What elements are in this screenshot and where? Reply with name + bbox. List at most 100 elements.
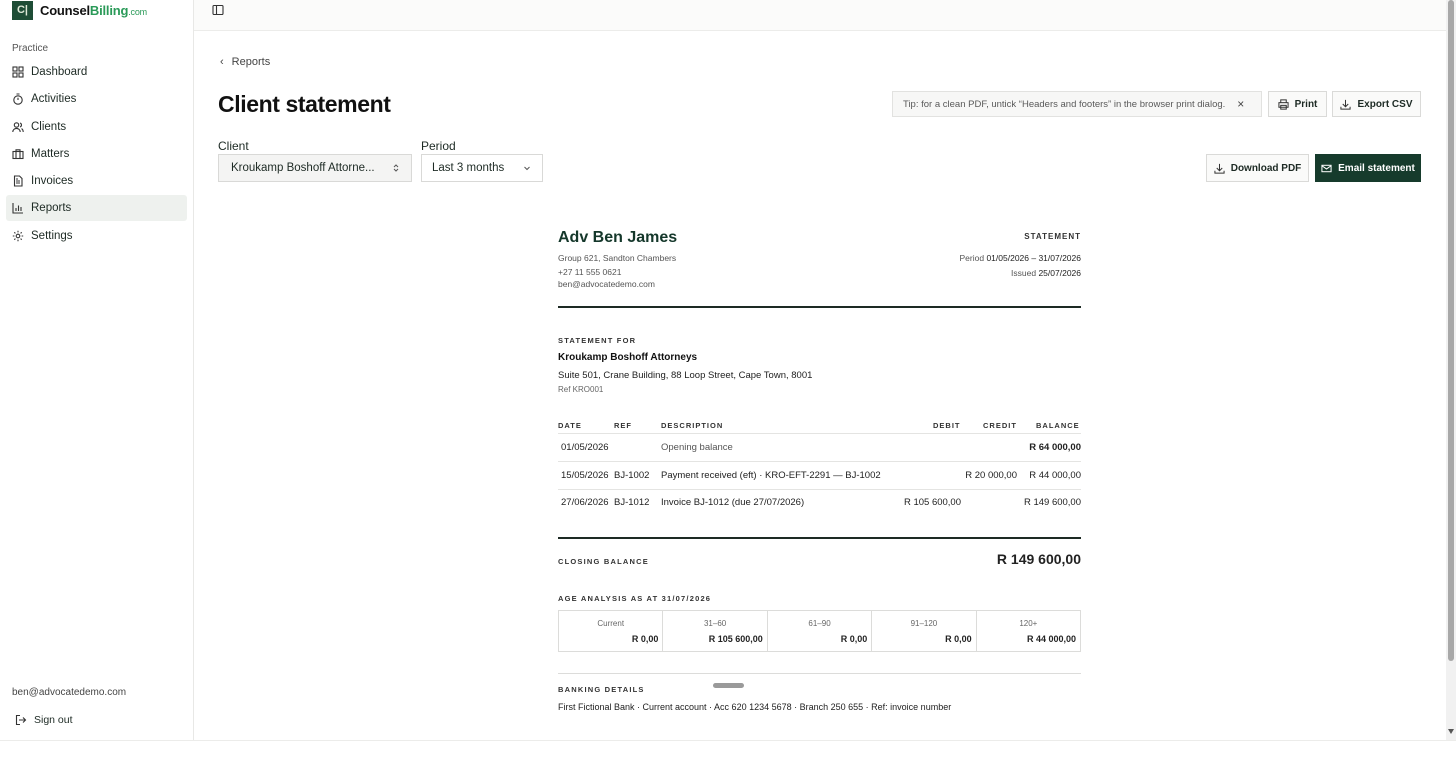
sign-out-button[interactable]: Sign out — [15, 714, 73, 726]
table-cell-description: Payment received (eft) · KRO-EFT-2291 — … — [661, 470, 881, 481]
client-name: Kroukamp Boshoff Attorneys — [558, 352, 698, 363]
age-bucket: 91–120 R 0,00 — [872, 611, 977, 651]
client-ref: Ref KRO001 — [558, 385, 604, 394]
sidebar-nav: Dashboard Activities Clients Matters Inv… — [6, 59, 187, 250]
vertical-scrollbar[interactable] — [1446, 0, 1456, 740]
sidebar-item-activities[interactable]: Activities — [6, 86, 187, 112]
export-csv-label: Export CSV — [1357, 98, 1413, 110]
divider — [558, 461, 1081, 462]
statement-for-label: STATEMENT FOR — [558, 336, 637, 345]
age-bucket-value: R 0,00 — [945, 634, 972, 644]
col-ref: REF — [614, 421, 632, 430]
statement-issued: Issued 25/07/2026 — [1011, 268, 1081, 278]
age-bucket-label: 91–120 — [910, 619, 938, 628]
age-bucket-label: Current — [597, 619, 625, 628]
closing-balance-value: R 149 600,00 — [996, 551, 1081, 567]
age-analysis-label: AGE ANALYSIS AS AT 31/07/2026 — [558, 594, 712, 603]
gear-icon — [12, 230, 24, 241]
age-bucket-label: 31–60 — [703, 619, 727, 628]
briefcase-icon — [12, 149, 24, 159]
page-title: Client statement — [218, 91, 391, 117]
drag-handle[interactable] — [713, 683, 744, 688]
app-logo[interactable]: C| CounselBilling.com — [12, 0, 147, 20]
age-bucket: 31–60 R 105 600,00 — [663, 611, 768, 651]
table-cell-debit: R 105 600,00 — [903, 497, 961, 508]
table-cell-ref: BJ-1002 — [614, 470, 650, 481]
timer-icon — [13, 93, 23, 106]
table-cell-balance: R 64 000,00 — [1029, 442, 1081, 453]
age-bucket-label: 61–90 — [808, 619, 831, 628]
col-debit: DEBIT — [933, 421, 961, 430]
table-cell-ref: BJ-1012 — [614, 497, 650, 508]
age-bucket: 61–90 R 0,00 — [768, 611, 873, 651]
scrollbar-thumb[interactable] — [1448, 0, 1454, 661]
sidebar-item-label: Settings — [31, 229, 73, 242]
period-select[interactable]: Last 3 months — [421, 154, 543, 182]
sidebar-item-clients[interactable]: Clients — [6, 114, 187, 140]
print-tip-banner: Tip: for a clean PDF, untick “Headers an… — [892, 91, 1262, 117]
statement-label: STATEMENT — [1024, 232, 1081, 241]
main-content: ‹ Reports Client statement Tip: for a cl… — [194, 31, 1446, 740]
bottom-strip — [0, 740, 1456, 762]
export-csv-button[interactable]: Export CSV — [1332, 91, 1421, 117]
closing-balance-label: CLOSING BALANCE — [558, 557, 649, 566]
download-pdf-label: Download PDF — [1230, 162, 1302, 174]
banking-details-text: First Fictional Bank · Current account ·… — [558, 702, 952, 712]
advocate-name: Adv Ben James — [558, 229, 678, 246]
divider — [558, 537, 1081, 539]
period-label: Period — [421, 139, 456, 153]
age-bucket: Current R 0,00 — [559, 611, 664, 651]
col-date: DATE — [558, 421, 582, 430]
bar-chart-icon — [12, 203, 23, 215]
document-icon — [13, 175, 23, 187]
print-label: Print — [1294, 98, 1318, 110]
table-cell-date: 27/06/2026 — [561, 497, 609, 508]
sidebar-toggle-icon[interactable] — [212, 4, 224, 16]
email-statement-label: Email statement — [1338, 162, 1415, 174]
sidebar-item-reports[interactable]: Reports — [6, 195, 187, 222]
advocate-address: Group 621, Sandton Chambers — [558, 253, 677, 263]
client-label: Client — [218, 139, 249, 153]
sidebar-item-dashboard[interactable]: Dashboard — [6, 59, 187, 85]
chevron-down-icon — [524, 166, 530, 171]
table-cell-balance: R 149 600,00 — [1023, 497, 1081, 508]
table-cell-balance: R 44 000,00 — [1029, 470, 1081, 481]
client-address: Suite 501, Crane Building, 88 Loop Stree… — [558, 370, 813, 381]
printer-icon — [1278, 98, 1289, 110]
sidebar-item-label: Activities — [31, 93, 77, 106]
sidebar-item-matters[interactable]: Matters — [6, 141, 187, 167]
sidebar-item-label: Matters — [31, 147, 70, 160]
sidebar-item-label: Clients — [31, 120, 67, 133]
print-button[interactable]: Print — [1268, 91, 1327, 117]
logo-mark: C| — [12, 0, 33, 20]
col-balance: BALANCE — [1036, 421, 1080, 430]
advocate-email: ben@advocatedemo.com — [558, 279, 655, 289]
download-icon — [1214, 163, 1225, 174]
user-email: ben@advocatedemo.com — [12, 687, 127, 698]
breadcrumb[interactable]: ‹ Reports — [220, 56, 270, 68]
close-icon[interactable]: × — [1237, 97, 1244, 111]
logo-text: CounselBilling.com — [40, 2, 147, 18]
client-select-value: Kroukamp Boshoff Attorne... — [231, 162, 375, 174]
divider — [558, 673, 1081, 674]
period-select-value: Last 3 months — [432, 162, 505, 174]
divider — [558, 433, 1081, 434]
client-select[interactable]: Kroukamp Boshoff Attorne... — [218, 154, 412, 182]
col-description: DESCRIPTION — [661, 421, 724, 430]
sidebar-item-label: Reports — [31, 202, 72, 215]
sidebar-item-settings[interactable]: Settings — [6, 223, 187, 249]
email-statement-button[interactable]: Email statement — [1315, 154, 1421, 182]
divider — [558, 306, 1081, 308]
download-pdf-button[interactable]: Download PDF — [1206, 154, 1309, 182]
scroll-down-arrow-icon[interactable] — [1448, 729, 1454, 734]
age-bucket-value: R 44 000,00 — [1026, 634, 1077, 644]
sidebar-item-invoices[interactable]: Invoices — [6, 168, 187, 194]
sign-out-label: Sign out — [34, 714, 73, 726]
table-cell-date: 15/05/2026 — [561, 470, 609, 481]
chevron-left-icon: ‹ — [220, 56, 224, 68]
age-bucket-value: R 105 600,00 — [708, 634, 763, 644]
age-bucket-value: R 0,00 — [840, 634, 868, 644]
advocate-phone: +27 11 555 0621 — [558, 267, 622, 277]
nav-section-label: Practice — [12, 43, 49, 54]
divider — [558, 489, 1081, 490]
